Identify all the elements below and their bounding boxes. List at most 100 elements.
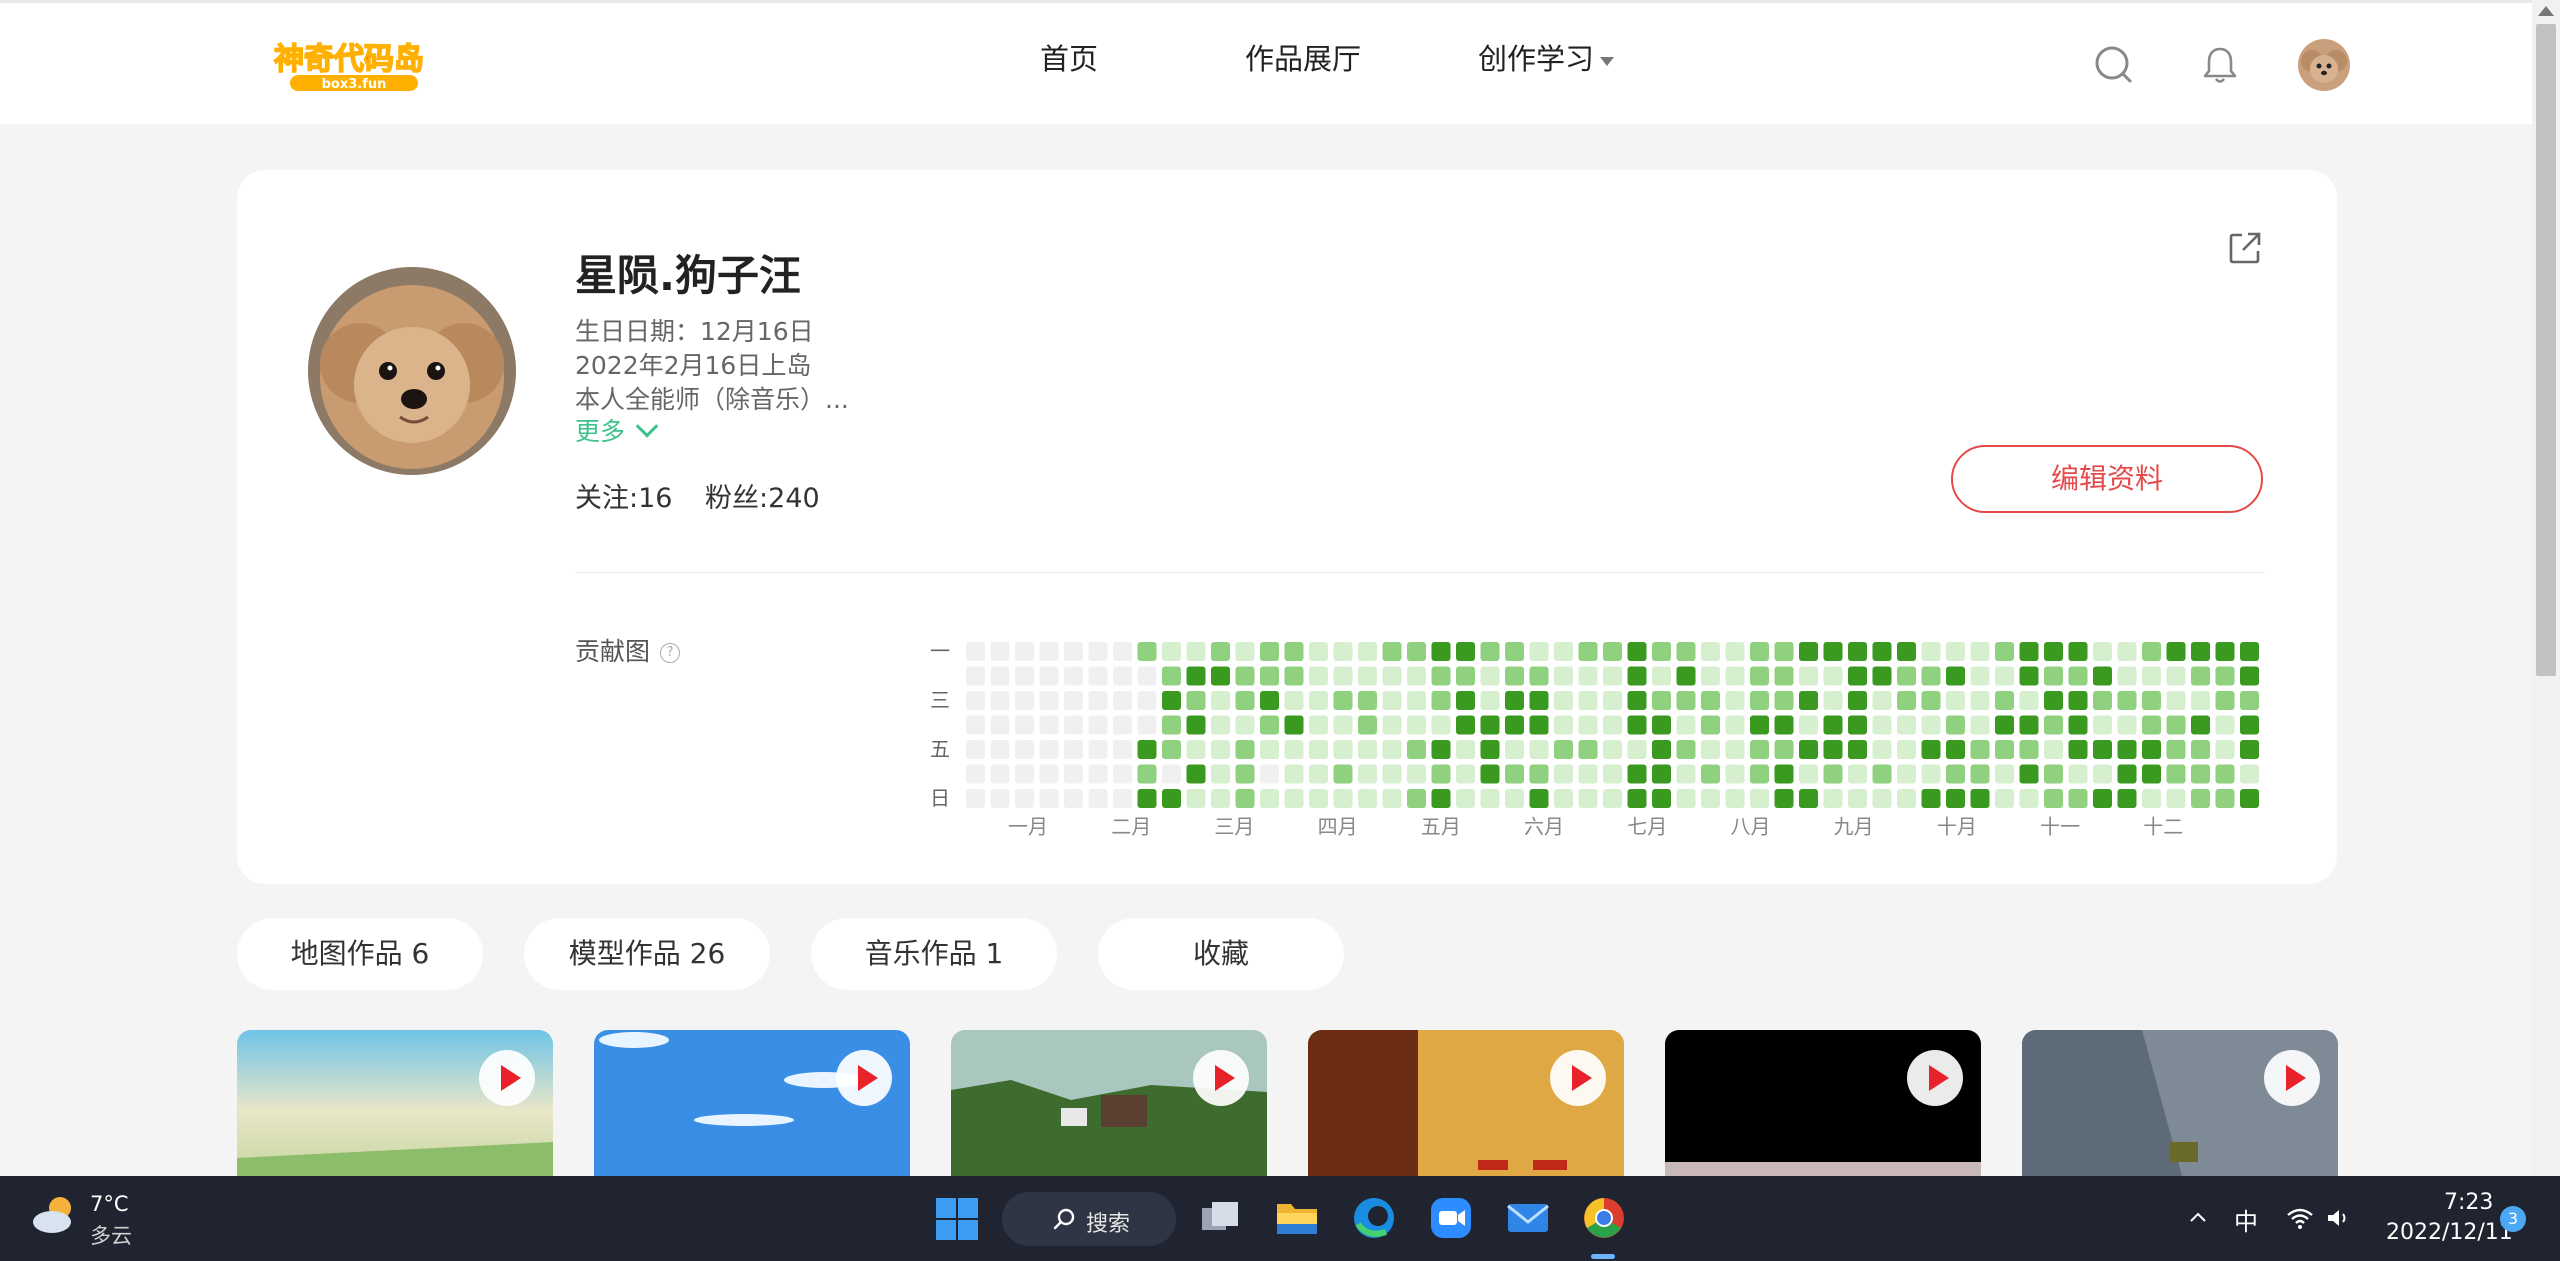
heatmap-cell[interactable] — [1186, 789, 1206, 808]
heatmap-cell[interactable] — [2240, 666, 2259, 686]
heatmap-cell[interactable] — [1162, 642, 1181, 661]
heatmap-cell[interactable] — [1186, 691, 1206, 710]
file-explorer-icon[interactable] — [1273, 1194, 1321, 1242]
heatmap-cell[interactable] — [1529, 715, 1549, 735]
heatmap-cell[interactable] — [1382, 691, 1402, 710]
heatmap-cell[interactable] — [1823, 715, 1843, 735]
weather-widget[interactable]: 7°C 多云 — [30, 1192, 132, 1248]
heatmap-cell[interactable] — [1162, 789, 1181, 808]
taskbar-search[interactable]: 搜索 — [1002, 1192, 1176, 1246]
heatmap-cell[interactable] — [1186, 764, 1206, 784]
heatmap-cell[interactable] — [1897, 764, 1916, 784]
heatmap-cell[interactable] — [1333, 691, 1353, 710]
heatmap-cell[interactable] — [1260, 642, 1279, 661]
heatmap-cell[interactable] — [1652, 691, 1671, 710]
heatmap-cell[interactable] — [1995, 691, 2014, 710]
heatmap-cell[interactable] — [1015, 789, 1034, 808]
windows-start-icon[interactable] — [936, 1198, 978, 1240]
heatmap-cell[interactable] — [1235, 715, 1255, 735]
heatmap-cell[interactable] — [1456, 740, 1475, 759]
heatmap-cell[interactable] — [1015, 740, 1034, 759]
heatmap-cell[interactable] — [1505, 764, 1524, 784]
heatmap-cell[interactable] — [1407, 740, 1426, 759]
heatmap-cell[interactable] — [2093, 789, 2112, 808]
heatmap-cell[interactable] — [1039, 642, 1059, 661]
heatmap-cell[interactable] — [1554, 691, 1573, 710]
heatmap-cell[interactable] — [2019, 666, 2039, 686]
heatmap-cell[interactable] — [1260, 715, 1279, 735]
heatmap-cell[interactable] — [1725, 666, 1745, 686]
heatmap-cell[interactable] — [1652, 740, 1671, 759]
heatmap-cell[interactable] — [1774, 691, 1794, 710]
heatmap-cell[interactable] — [1627, 764, 1647, 784]
heatmap-cell[interactable] — [1211, 642, 1230, 661]
heatmap-cell[interactable] — [1529, 691, 1549, 710]
heatmap-cell[interactable] — [1039, 764, 1059, 784]
heatmap-cell[interactable] — [1872, 789, 1892, 808]
heatmap-cell[interactable] — [1015, 691, 1034, 710]
heatmap-cell[interactable] — [1284, 691, 1304, 710]
heatmap-cell[interactable] — [2240, 764, 2259, 784]
heatmap-cell[interactable] — [1211, 789, 1230, 808]
heatmap-cell[interactable] — [1578, 789, 1598, 808]
heatmap-cell[interactable] — [1529, 789, 1549, 808]
heatmap-cell[interactable] — [1701, 740, 1720, 759]
work-card[interactable] — [951, 1030, 1267, 1176]
heatmap-cell[interactable] — [1848, 764, 1867, 784]
tab-model-works[interactable]: 模型作品 26 — [524, 918, 770, 990]
heatmap-cell[interactable] — [1897, 691, 1916, 710]
heatmap-cell[interactable] — [1333, 789, 1353, 808]
heatmap-cell[interactable] — [1652, 715, 1671, 735]
heatmap-cell[interactable] — [2166, 642, 2186, 661]
heatmap-cell[interactable] — [1137, 764, 1157, 784]
heatmap-cell[interactable] — [1750, 764, 1769, 784]
heatmap-cell[interactable] — [1995, 715, 2014, 735]
heatmap-cell[interactable] — [1921, 691, 1941, 710]
edit-profile-button[interactable]: 编辑资料 — [1951, 445, 2263, 513]
heatmap-cell[interactable] — [1309, 740, 1328, 759]
heatmap-cell[interactable] — [1970, 740, 1990, 759]
heatmap-cell[interactable] — [1799, 691, 1818, 710]
heatmap-cell[interactable] — [1039, 666, 1059, 686]
heatmap-cell[interactable] — [1407, 764, 1426, 784]
heatmap-cell[interactable] — [990, 715, 1010, 735]
heatmap-cell[interactable] — [1333, 666, 1353, 686]
heatmap-cell[interactable] — [1137, 715, 1157, 735]
heatmap-cell[interactable] — [2019, 740, 2039, 759]
heatmap-cell[interactable] — [2093, 715, 2112, 735]
heatmap-cell[interactable] — [1284, 715, 1304, 735]
heatmap-cell[interactable] — [1627, 715, 1647, 735]
heatmap-cell[interactable] — [1676, 691, 1696, 710]
heatmap-cell[interactable] — [1701, 715, 1720, 735]
heatmap-cell[interactable] — [1162, 740, 1181, 759]
heatmap-cell[interactable] — [1284, 642, 1304, 661]
heatmap-cell[interactable] — [1603, 789, 1622, 808]
heatmap-cell[interactable] — [1113, 715, 1132, 735]
heatmap-cell[interactable] — [1995, 642, 2014, 661]
heatmap-cell[interactable] — [1088, 789, 1108, 808]
wifi-icon[interactable] — [2286, 1206, 2314, 1230]
heatmap-cell[interactable] — [1113, 691, 1132, 710]
heatmap-cell[interactable] — [1848, 642, 1867, 661]
heatmap-cell[interactable] — [1701, 642, 1720, 661]
heatmap-cell[interactable] — [1799, 642, 1818, 661]
heatmap-cell[interactable] — [2191, 691, 2210, 710]
heatmap-cell[interactable] — [2240, 789, 2259, 808]
heatmap-cell[interactable] — [1897, 642, 1916, 661]
heatmap-cell[interactable] — [1162, 715, 1181, 735]
heatmap-cell[interactable] — [1799, 715, 1818, 735]
heatmap-cell[interactable] — [1848, 789, 1867, 808]
heatmap-cell[interactable] — [1774, 715, 1794, 735]
followers-count[interactable]: 粉丝:240 — [705, 483, 820, 514]
heatmap-cell[interactable] — [1088, 691, 1108, 710]
heatmap-cell[interactable] — [1431, 740, 1451, 759]
heatmap-cell[interactable] — [1970, 715, 1990, 735]
heatmap-cell[interactable] — [2166, 740, 2186, 759]
heatmap-cell[interactable] — [1260, 789, 1279, 808]
heatmap-cell[interactable] — [1113, 740, 1132, 759]
heatmap-cell[interactable] — [1186, 666, 1206, 686]
heatmap-cell[interactable] — [1725, 789, 1745, 808]
heatmap-cell[interactable] — [1823, 764, 1843, 784]
heatmap-cell[interactable] — [966, 642, 985, 661]
heatmap-cell[interactable] — [1701, 764, 1720, 784]
